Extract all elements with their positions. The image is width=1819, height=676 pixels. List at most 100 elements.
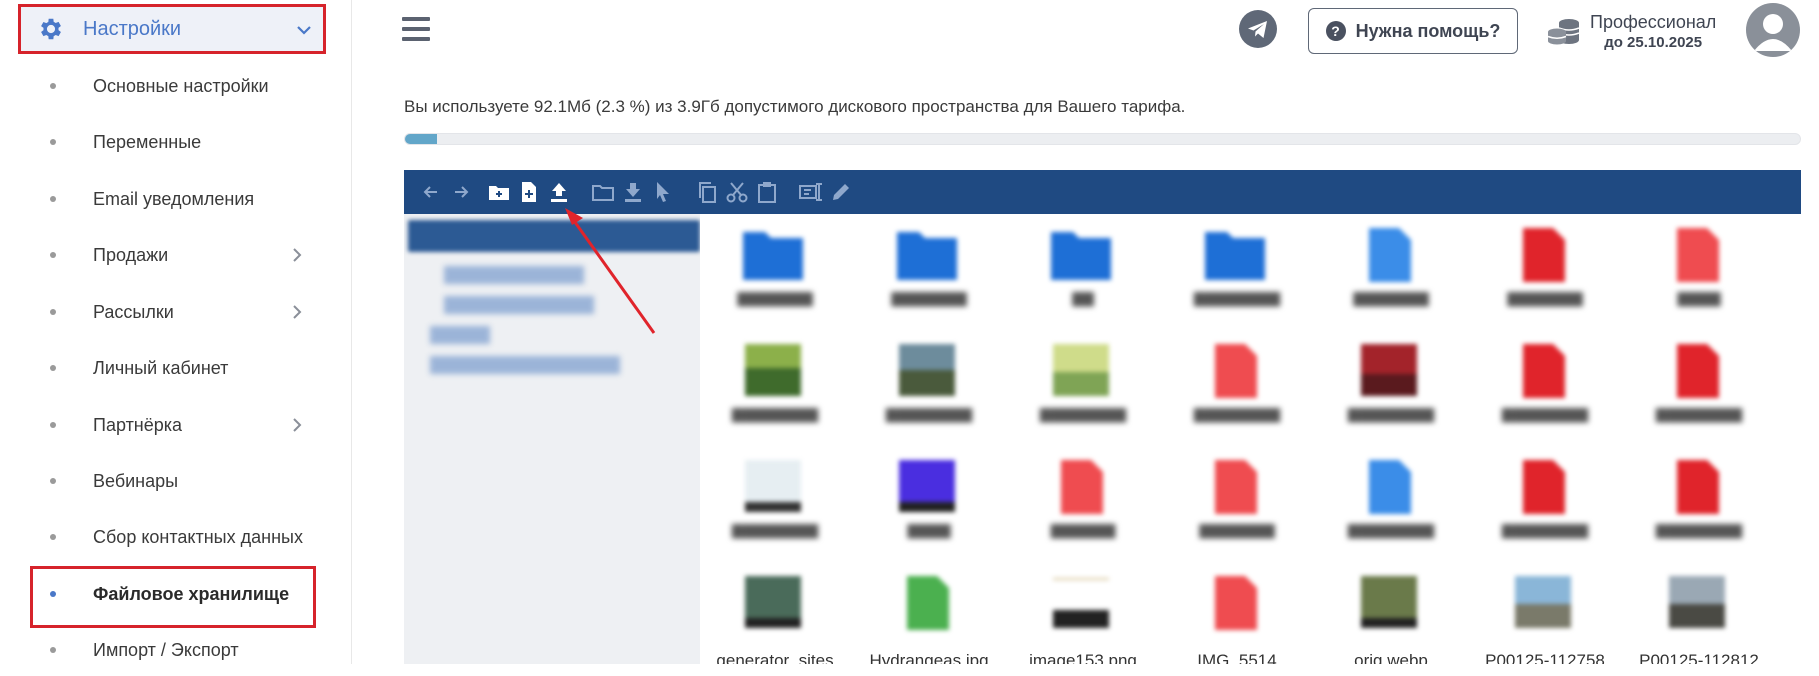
bullet-icon	[50, 422, 56, 428]
image-thumbnail	[1361, 344, 1417, 396]
file-tile[interactable]: ▇▇▇▇▇▇▇▇	[1162, 334, 1312, 452]
file-tile[interactable]: ▇▇▇▇▇▇▇▇	[700, 450, 850, 568]
help-button[interactable]: ? Нужна помощь?	[1308, 8, 1518, 54]
file-tile[interactable]: ▇▇▇▇▇▇▇	[854, 218, 1004, 336]
file-name-blurred: ▇▇▇▇▇▇	[1050, 522, 1116, 538]
file-manager: ▇▇▇▇▇▇▇ ▇▇▇▇▇▇▇ ▇▇ ▇▇▇▇▇▇▇▇ ▇▇▇▇▇▇▇ ▇▇▇▇…	[404, 170, 1801, 664]
sidebar-item-webinars[interactable]: Вебинары	[0, 455, 352, 507]
file-tile[interactable]: ▇▇▇▇▇▇▇	[700, 218, 850, 336]
file-name-blurred: ▇▇▇▇▇▇▇▇	[731, 406, 819, 422]
tree-folder-item[interactable]	[444, 266, 584, 284]
paste-icon[interactable]	[754, 179, 780, 205]
bullet-icon	[50, 196, 56, 202]
file-name-blurred: ▇▇▇▇▇▇▇▇	[1501, 522, 1589, 538]
file-tile[interactable]: ▇▇▇▇▇▇▇▇	[700, 334, 850, 452]
sidebar-section-settings[interactable]: Настройки	[18, 4, 326, 54]
file-tile[interactable]: Hydrangeas.jpg	[854, 566, 1004, 664]
file-tile[interactable]: IMG_5514	[1162, 566, 1312, 664]
file-tile[interactable]: P00125-112758	[1470, 566, 1620, 664]
file-tile[interactable]: ▇▇▇▇▇▇▇▇	[1470, 450, 1620, 568]
file-tile[interactable]: ▇▇	[1008, 218, 1158, 336]
avatar[interactable]	[1746, 3, 1800, 57]
sidebar-item-sales[interactable]: Продажи	[0, 229, 352, 281]
document-icon	[1215, 460, 1257, 514]
folder-outline-icon[interactable]	[590, 179, 616, 205]
sidebar-item-personal-account[interactable]: Личный кабинет	[0, 342, 352, 394]
image-thumbnail	[745, 344, 801, 396]
file-tile[interactable]: ▇▇▇▇▇▇▇	[1470, 218, 1620, 336]
hamburger-menu-icon[interactable]	[402, 17, 430, 43]
file-tile[interactable]: ▇▇▇▇▇▇▇▇	[1316, 450, 1466, 568]
sidebar-item-affiliate[interactable]: Партнёрка	[0, 399, 352, 451]
upload-icon[interactable]	[546, 179, 572, 205]
file-tile[interactable]: orig.webp	[1316, 566, 1466, 664]
image-thumbnail	[1053, 344, 1109, 396]
sidebar-item-email-notifications[interactable]: Email уведомления	[0, 173, 352, 225]
pdf-icon	[1677, 344, 1719, 398]
tree-root-item[interactable]	[408, 220, 700, 252]
file-tile[interactable]: ▇▇▇▇▇▇▇▇	[1624, 450, 1774, 568]
sidebar-item-label: Email уведомления	[93, 188, 255, 209]
file-name-blurred: ▇▇▇▇▇▇▇▇	[1347, 406, 1435, 422]
presentation-icon	[1215, 344, 1257, 398]
sidebar-item-label: Переменные	[93, 131, 202, 152]
file-name-blurred: ▇▇▇▇▇▇▇▇	[1193, 406, 1281, 422]
file-tile[interactable]: ▇▇▇▇▇▇▇▇	[1316, 334, 1466, 452]
image-thumbnail	[745, 460, 801, 512]
file-tile[interactable]: ▇▇▇▇▇▇▇▇	[1008, 334, 1158, 452]
sidebar-item-main-settings[interactable]: Основные настройки	[0, 60, 352, 112]
file-tile[interactable]: generator_sites	[700, 566, 850, 664]
file-tile[interactable]: ▇▇▇▇▇▇▇▇	[1162, 218, 1312, 336]
file-tile[interactable]: P00125-112812	[1624, 566, 1774, 664]
tree-folder-item[interactable]	[430, 356, 620, 374]
back-icon[interactable]	[418, 179, 444, 205]
folder-icon	[1205, 232, 1265, 280]
new-folder-icon[interactable]	[486, 179, 512, 205]
telegram-icon[interactable]	[1239, 10, 1277, 48]
file-name: P00125-112758	[1485, 651, 1605, 664]
tree-folder-item[interactable]	[444, 296, 594, 314]
file-tile[interactable]: ▇▇▇▇▇▇▇▇	[854, 334, 1004, 452]
file-tile[interactable]: ▇▇▇▇	[854, 450, 1004, 568]
bullet-icon	[50, 478, 56, 484]
edit-pencil-icon[interactable]	[828, 179, 854, 205]
forward-icon[interactable]	[448, 179, 474, 205]
file-tile[interactable]: ▇▇▇▇	[1624, 218, 1774, 336]
sidebar-item-variables[interactable]: Переменные	[0, 116, 352, 168]
file-tile[interactable]: ▇▇▇▇▇▇▇	[1316, 218, 1466, 336]
copy-icon[interactable]	[694, 179, 720, 205]
sidebar-item-contact-collection[interactable]: Сбор контактных данных	[0, 511, 352, 563]
document-icon	[1369, 460, 1411, 514]
rename-icon[interactable]	[798, 179, 824, 205]
cursor-icon[interactable]	[650, 179, 676, 205]
gear-icon	[41, 18, 61, 40]
plan-expiry: до 25.10.2025	[1604, 34, 1703, 51]
highlight-frame	[30, 566, 316, 628]
image-file-icon	[907, 576, 949, 630]
tree-folder-item[interactable]	[430, 326, 490, 344]
file-tile[interactable]: ▇▇▇▇▇▇▇▇	[1470, 334, 1620, 452]
file-tile[interactable]: ▇▇▇▇▇▇▇	[1162, 450, 1312, 568]
new-file-icon[interactable]	[516, 179, 542, 205]
sidebar-item-mailings[interactable]: Рассылки	[0, 286, 352, 338]
download-icon[interactable]	[620, 179, 646, 205]
file-name-blurred: ▇▇▇▇▇▇▇	[891, 290, 967, 306]
file-tile[interactable]: image153.png	[1008, 566, 1158, 664]
question-icon: ?	[1325, 21, 1346, 41]
file-tile[interactable]: ▇▇▇▇▇▇	[1008, 450, 1158, 568]
file-tile[interactable]: ▇▇▇▇▇▇▇▇	[1624, 334, 1774, 452]
sidebar-item-label: Личный кабинет	[93, 357, 229, 378]
plan-info[interactable]: Профессионал до 25.10.2025	[1590, 12, 1716, 51]
image-thumbnail	[745, 576, 801, 628]
telegram-plane-icon	[1248, 21, 1267, 38]
image-thumbnail	[1361, 576, 1417, 628]
sidebar-item-label: Основные настройки	[93, 75, 269, 96]
file-name-blurred: ▇▇▇▇▇▇▇▇	[1193, 290, 1281, 306]
document-icon	[1369, 228, 1411, 282]
sidebar-item-label: Импорт / Экспорт	[93, 639, 239, 660]
bullet-icon	[50, 534, 56, 540]
image-thumbnail	[1515, 576, 1571, 628]
cut-icon[interactable]	[724, 179, 750, 205]
sidebar-item-import-export[interactable]: Импорт / Экспорт	[0, 624, 352, 676]
folder-icon	[1051, 232, 1111, 280]
